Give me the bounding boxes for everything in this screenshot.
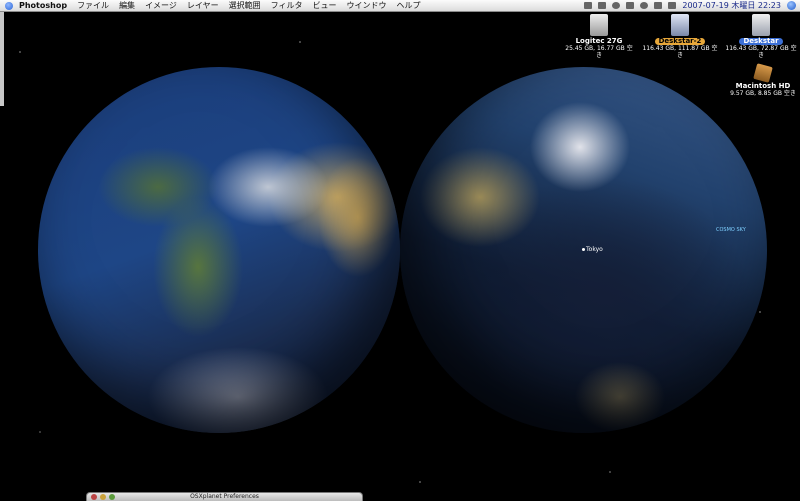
menu-view[interactable]: ビュー	[313, 0, 337, 11]
drive-info: 25.45 GB, 16.77 GB 空き	[565, 45, 633, 59]
menu-bar: Photoshop ファイル 編集 イメージ レイヤー 選択範囲 フィルタ ビュ…	[0, 0, 800, 12]
spotlight-icon[interactable]	[787, 1, 796, 10]
drive-info: 116.43 GB, 111.87 GB 空き	[642, 45, 718, 59]
drive-deskstar[interactable]: Deskstar 116.43 GB, 72.87 GB 空き	[723, 14, 799, 59]
time-machine-icon[interactable]	[612, 2, 621, 9]
menu-layer[interactable]: レイヤー	[187, 0, 219, 11]
bluetooth-icon[interactable]	[626, 2, 635, 9]
drive-info: 9.57 GB, 8.85 GB 空き	[730, 90, 796, 97]
globe-western-hemisphere	[38, 67, 400, 433]
window-controls	[91, 494, 115, 500]
volume-icon[interactable]	[668, 2, 677, 9]
menu-edit[interactable]: 編集	[119, 0, 135, 11]
internal-drive-icon	[753, 63, 773, 83]
menu-select[interactable]: 選択範囲	[229, 0, 261, 11]
drive-deskstar-2[interactable]: Deskstar-2 116.43 GB, 111.87 GB 空き	[642, 14, 718, 59]
script-icon[interactable]	[598, 2, 607, 9]
hard-drive-icon	[752, 14, 770, 36]
menu-clock[interactable]: 2007-07-19 木曜日 22:23	[682, 0, 781, 11]
app-menu[interactable]: Photoshop	[19, 1, 67, 10]
menu-window[interactable]: ウインドウ	[347, 0, 387, 11]
input-menu-icon[interactable]	[654, 2, 663, 9]
drive-name: Deskstar	[739, 38, 783, 45]
external-drive-icon	[590, 14, 608, 36]
menu-file[interactable]: ファイル	[77, 0, 109, 11]
menu-filter[interactable]: フィルタ	[271, 0, 303, 11]
wifi-icon[interactable]	[640, 2, 649, 9]
tokyo-marker	[582, 248, 585, 251]
drive-info: 116.43 GB, 72.87 GB 空き	[725, 45, 797, 59]
hard-drive-icon	[671, 14, 689, 36]
menu-help[interactable]: ヘルプ	[397, 0, 421, 11]
cosmo-sky-label: COSMO SKY	[716, 227, 746, 233]
background-window-edge	[0, 12, 4, 106]
drive-name: Logitec 27G	[575, 37, 623, 45]
drive-name: Deskstar-2	[654, 38, 706, 45]
zoom-icon[interactable]	[109, 494, 115, 500]
drive-macintosh-hd[interactable]: Macintosh HD 9.57 GB, 8.85 GB 空き	[730, 63, 796, 97]
drive-logitec[interactable]: Logitec 27G 25.45 GB, 16.77 GB 空き	[564, 14, 634, 59]
apple-menu-icon[interactable]	[5, 1, 13, 10]
menu-extras: 2007-07-19 木曜日 22:23	[584, 0, 800, 11]
display-icon[interactable]	[584, 2, 593, 9]
menu-image[interactable]: イメージ	[145, 0, 177, 11]
city-label: Tokyo	[586, 246, 603, 253]
close-icon[interactable]	[91, 494, 97, 500]
minimize-icon[interactable]	[100, 494, 106, 500]
window-title: OSXplanet Preferences	[190, 493, 259, 500]
drive-name: Macintosh HD	[735, 82, 791, 90]
